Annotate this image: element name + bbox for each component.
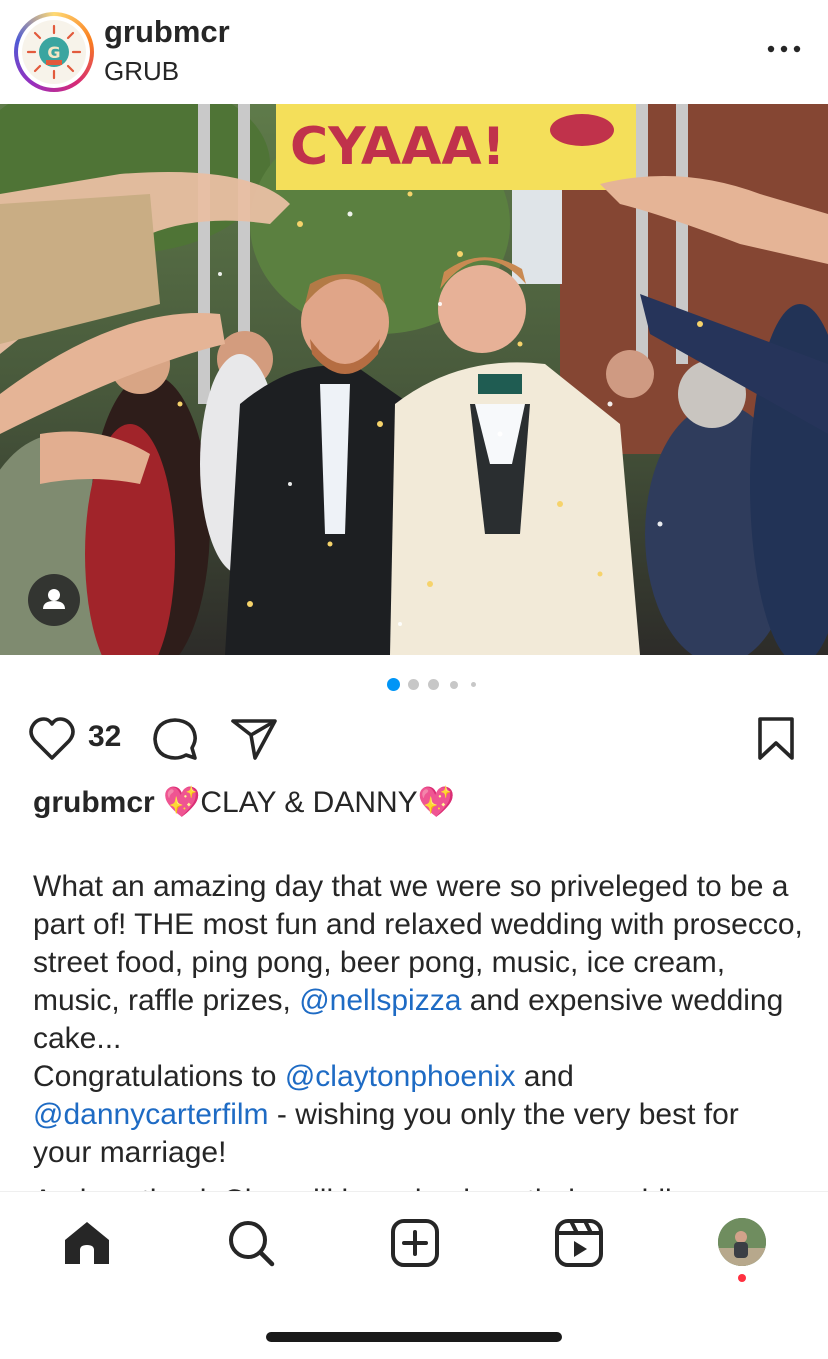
search-icon[interactable] xyxy=(226,1218,276,1268)
mention-link[interactable]: @dannycarterfilm xyxy=(33,1098,269,1131)
caption-paragraph-1: What an amazing day that we were so priv… xyxy=(33,868,803,1058)
carousel-dot xyxy=(408,679,419,690)
caption-body-text: Congratulations to xyxy=(33,1060,277,1093)
comment-icon[interactable] xyxy=(152,716,198,762)
svg-text:G: G xyxy=(47,43,60,62)
carousel-dot xyxy=(471,682,476,687)
like-icon[interactable] xyxy=(28,716,76,762)
carousel-dot-active xyxy=(387,678,400,691)
save-bookmark-icon[interactable] xyxy=(756,716,796,762)
reels-icon[interactable] xyxy=(554,1218,604,1268)
sparkling-heart-emoji: 💖 xyxy=(163,786,201,819)
sparkling-heart-emoji: 💖 xyxy=(417,786,456,819)
caption-username[interactable]: grubmcr xyxy=(33,786,155,819)
profile-avatar-ring[interactable]: G xyxy=(14,12,94,92)
grub-logo: G xyxy=(22,20,86,84)
post-header: G grubmcr GRUB xyxy=(0,0,828,104)
carousel-dot xyxy=(428,679,439,690)
post-image[interactable]: CYAAA! xyxy=(0,104,828,655)
more-options-icon[interactable] xyxy=(762,34,806,64)
caption-overflow: And we thank Clay will be using how thei… xyxy=(0,1172,828,1192)
banner-text: CYAAA! xyxy=(290,117,505,177)
post-location-label[interactable]: GRUB xyxy=(104,56,179,87)
mention-link[interactable]: @nellspizza xyxy=(299,984,461,1017)
tagged-people-button[interactable] xyxy=(28,574,80,626)
share-icon[interactable] xyxy=(230,716,278,762)
profile-avatar[interactable]: G xyxy=(18,16,90,88)
home-icon[interactable] xyxy=(62,1218,112,1268)
home-indicator[interactable] xyxy=(266,1332,562,1342)
notification-dot xyxy=(738,1274,746,1282)
person-icon xyxy=(43,589,65,609)
mention-link[interactable]: @claytonphoenix xyxy=(285,1060,516,1093)
caption-headline: grubmcr 💖CLAY & DANNY💖 xyxy=(33,784,803,822)
carousel-dot xyxy=(450,681,458,689)
carousel-indicator xyxy=(0,677,828,693)
create-icon[interactable] xyxy=(390,1218,440,1268)
profile-avatar[interactable] xyxy=(718,1218,766,1266)
caption-paragraph-2: Congratulations to @claytonphoenix and @… xyxy=(33,1058,803,1172)
like-count[interactable]: 32 xyxy=(88,720,121,754)
post-author-username[interactable]: grubmcr xyxy=(104,14,230,50)
post-caption: grubmcr 💖CLAY & DANNY💖 What an amazing d… xyxy=(33,784,803,1172)
caption-headline-text: CLAY & DANNY xyxy=(200,786,418,819)
caption-body-text: and xyxy=(523,1060,574,1093)
